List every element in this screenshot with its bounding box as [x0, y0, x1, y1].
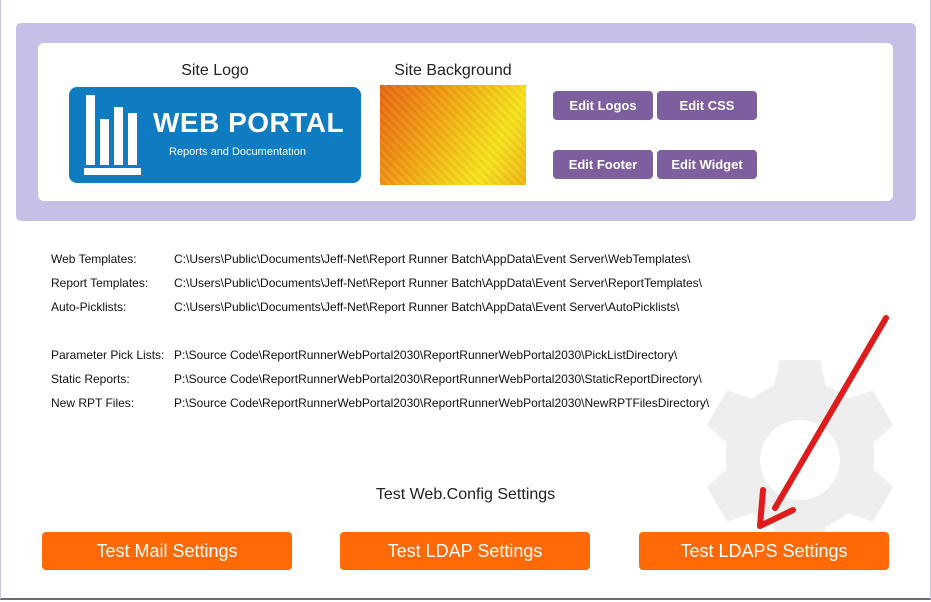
test-settings-title: Test Web.Config Settings	[375, 486, 556, 503]
site-background-label: Site Background	[394, 62, 512, 79]
edit-css-button[interactable]: Edit CSS	[657, 91, 757, 120]
path-label: Auto-Picklists:	[51, 300, 127, 314]
path-label: Parameter Pick Lists:	[51, 348, 165, 362]
path-value: P:\Source Code\ReportRunnerWebPortal2030…	[174, 372, 702, 386]
test-ldaps-settings-button[interactable]: Test LDAPS Settings	[639, 532, 889, 570]
path-value: C:\Users\Public\Documents\Jeff-Net\Repor…	[174, 300, 680, 314]
path-label: New RPT Files:	[51, 396, 135, 410]
path-label: Web Templates:	[51, 252, 137, 266]
site-background-image	[380, 85, 526, 185]
logo-title: WEB PORTAL	[153, 107, 345, 138]
path-value: P:\Source Code\ReportRunnerWebPortal2030…	[174, 348, 678, 362]
edit-widget-button[interactable]: Edit Widget	[657, 150, 757, 179]
bar-chart-logo-icon	[84, 95, 141, 175]
test-mail-settings-button[interactable]: Test Mail Settings	[42, 532, 292, 570]
test-ldap-settings-button[interactable]: Test LDAP Settings	[340, 532, 590, 570]
logo-subtitle: Reports and Documentation	[169, 146, 306, 158]
path-value: C:\Users\Public\Documents\Jeff-Net\Repor…	[174, 252, 691, 266]
edit-footer-button[interactable]: Edit Footer	[553, 150, 653, 179]
path-value: P:\Source Code\ReportRunnerWebPortal2030…	[174, 396, 710, 410]
site-logo-label: Site Logo	[181, 62, 249, 79]
path-label: Static Reports:	[51, 372, 130, 386]
path-label: Report Templates:	[51, 276, 149, 290]
gear-watermark-icon	[707, 360, 893, 552]
path-value: C:\Users\Public\Documents\Jeff-Net\Repor…	[174, 276, 703, 290]
edit-logos-button[interactable]: Edit Logos	[553, 91, 653, 120]
site-logo-image: WEB PORTAL Reports and Documentation	[69, 87, 361, 183]
